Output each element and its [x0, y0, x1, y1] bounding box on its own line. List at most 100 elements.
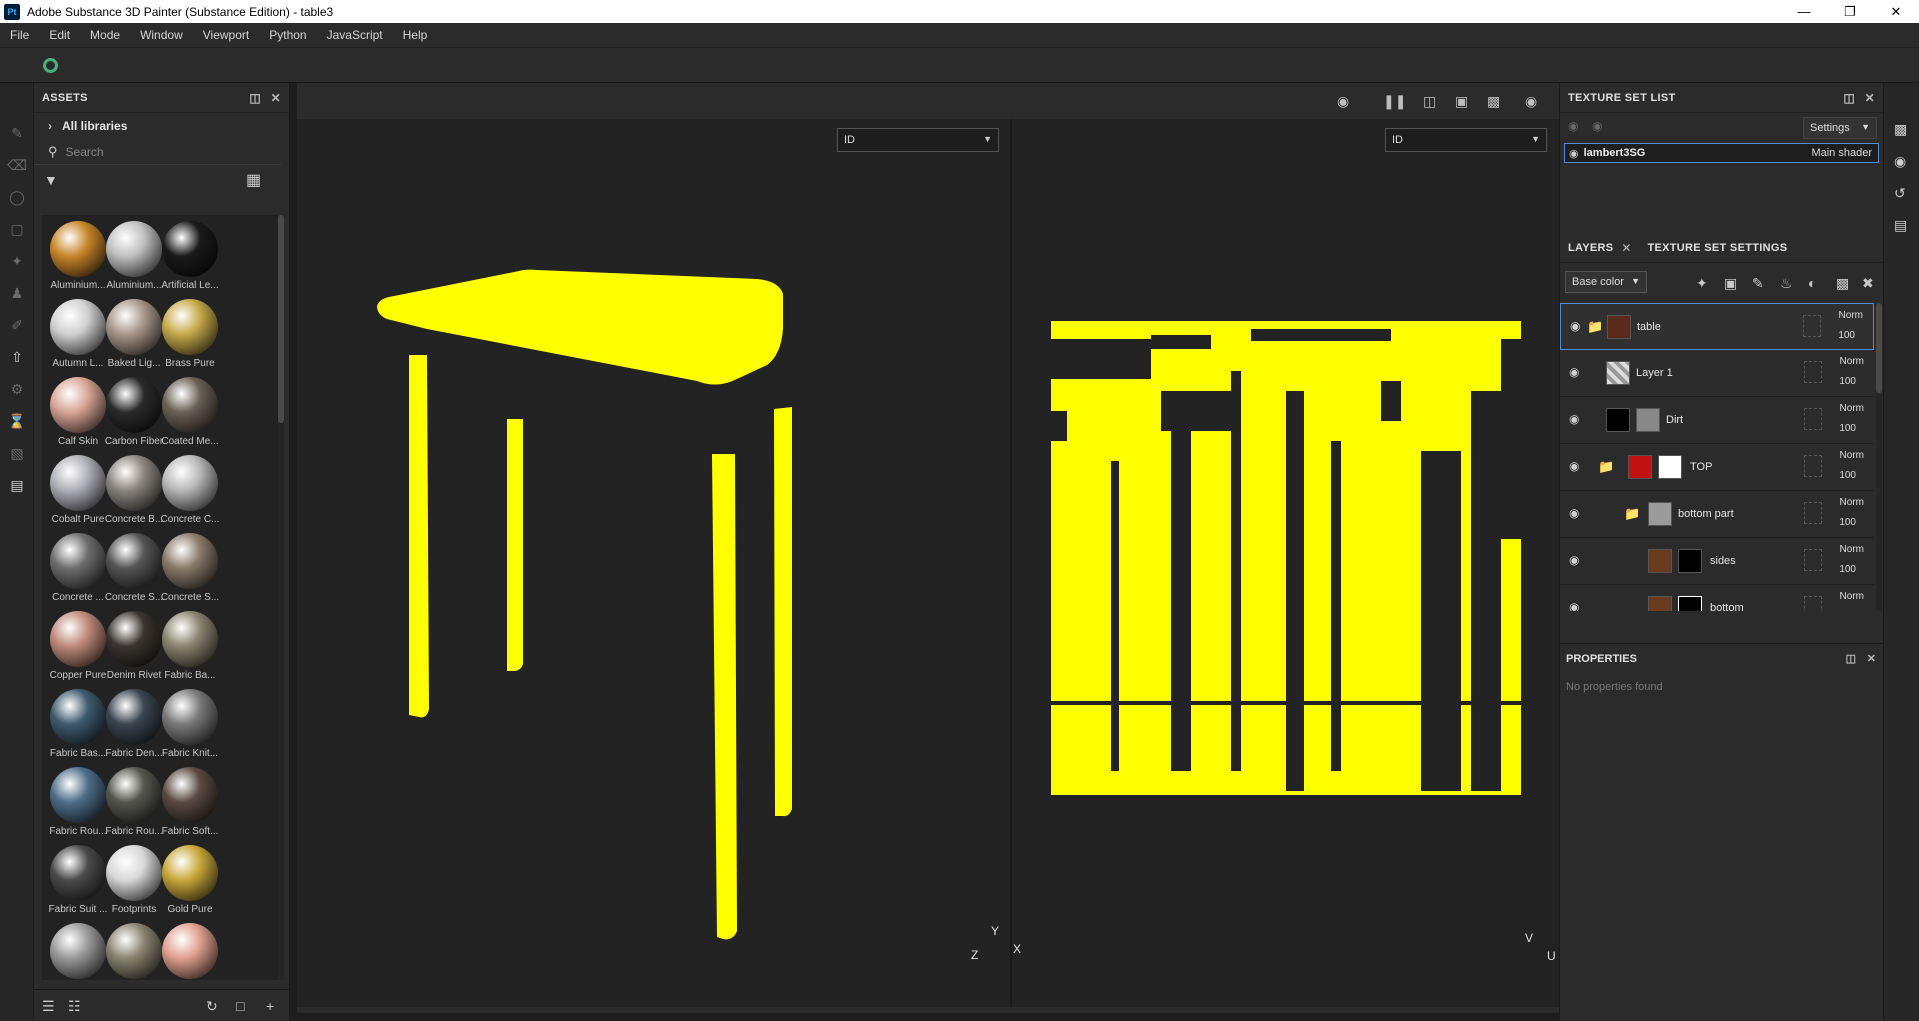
asset-item[interactable]: Gold Pure	[158, 845, 222, 915]
undock-icon[interactable]: ◫	[1846, 652, 1856, 665]
undock-icon[interactable]: ◫	[249, 91, 261, 105]
right-channel-select[interactable]: ID ▼	[1385, 128, 1547, 152]
filter-icon[interactable]: ▼	[44, 172, 58, 188]
asset-item[interactable]: Artificial Le...	[158, 221, 222, 291]
smudge-icon[interactable]: ✦	[7, 251, 27, 271]
geometry-mask-icon[interactable]: ▢	[7, 219, 27, 239]
measure-icon[interactable]: ⌛	[7, 411, 27, 431]
polygon-fill-icon[interactable]: ⇧	[7, 347, 27, 367]
split-view-icon[interactable]: ◫	[1423, 93, 1436, 110]
pause-icon[interactable]: ❚❚	[1383, 93, 1406, 110]
add-effect-icon[interactable]: ✦	[1696, 275, 1708, 292]
asset-item[interactable]: Brass Pure	[158, 299, 222, 369]
asset-item[interactable]: Fabric Rou...	[46, 767, 110, 837]
asset-item[interactable]: Concrete C...	[158, 455, 222, 525]
mask-slot[interactable]	[1804, 502, 1822, 524]
asset-item[interactable]: Denim Rivet	[102, 611, 166, 681]
layer-row-sides[interactable]: ◉ sides Norm 100	[1560, 538, 1874, 585]
eraser-icon[interactable]: ⌫	[7, 155, 27, 175]
mask-slot[interactable]	[1804, 596, 1822, 611]
texture-set-shader[interactable]: Main shader	[1811, 147, 1872, 159]
refresh-icon[interactable]: ↻	[206, 998, 218, 1015]
asset-item[interactable]: Baked Lig...	[102, 299, 166, 369]
opacity[interactable]: 100	[1838, 330, 1855, 341]
asset-item[interactable]	[158, 923, 222, 980]
add-fill-layer-icon[interactable]: ♨	[1780, 275, 1793, 292]
log-icon[interactable]: ▤	[1894, 217, 1907, 234]
crop-icon[interactable]: ▧	[7, 443, 27, 463]
menu-help[interactable]: Help	[393, 28, 438, 42]
blend-mode[interactable]: Norm	[1839, 310, 1863, 321]
mask-slot[interactable]	[1804, 361, 1822, 383]
asset-scrollbar[interactable]	[278, 215, 284, 980]
export-icon[interactable]: ▤	[7, 475, 27, 495]
blend-mode[interactable]: Norm	[1840, 403, 1864, 414]
screenshot-icon[interactable]: ◉	[1525, 93, 1537, 110]
asset-item[interactable]: Fabric Ba...	[158, 611, 222, 681]
opacity[interactable]: 100	[1839, 564, 1856, 575]
asset-item[interactable]: Aluminium...	[46, 221, 110, 291]
shader-settings-icon[interactable]: ◉	[1894, 153, 1906, 170]
projection-icon[interactable]: ◯	[7, 187, 27, 207]
menu-python[interactable]: Python	[259, 28, 316, 42]
asset-item[interactable]: Fabric Rou...	[102, 767, 166, 837]
asset-item[interactable]: Concrete ...	[46, 533, 110, 603]
layer-row-dirt[interactable]: ◉ Dirt Norm 100	[1560, 397, 1874, 444]
layers-scrollbar[interactable]	[1876, 303, 1882, 611]
add-icon[interactable]: +	[266, 998, 274, 1014]
mask-slot[interactable]	[1804, 455, 1822, 477]
mask-slot[interactable]	[1803, 315, 1821, 337]
asset-item[interactable]: Concrete S...	[158, 533, 222, 603]
minimize-icon[interactable]: —	[1781, 0, 1827, 23]
viewport-divider[interactable]	[1010, 119, 1012, 1011]
layer-row-top[interactable]: ◉ 📁 TOP Norm 100	[1560, 444, 1874, 491]
asset-item[interactable]: Concrete B...	[102, 455, 166, 525]
eye-icon[interactable]: ◉	[1569, 412, 1579, 426]
mask-slot[interactable]	[1804, 549, 1822, 571]
asset-item[interactable]: Coated Me...	[158, 377, 222, 447]
mask-slot[interactable]	[1804, 408, 1822, 430]
solo-icon[interactable]: ◉	[1568, 119, 1578, 133]
add-smart-material-icon[interactable]: ◐	[1808, 275, 1816, 291]
asset-item[interactable]: Concrete S...	[102, 533, 166, 603]
color-picker-icon[interactable]: ✐	[7, 315, 27, 335]
asset-item[interactable]: Fabric Den...	[102, 689, 166, 759]
settings-tool-icon[interactable]: ⚙	[7, 379, 27, 399]
visibility-all-icon[interactable]: ◉	[1592, 119, 1602, 133]
asset-item[interactable]: Fabric Bas...	[46, 689, 110, 759]
library-menu-icon[interactable]: ☷	[68, 998, 81, 1015]
display-settings-icon[interactable]: ▩	[1894, 121, 1907, 138]
layer-row-table[interactable]: ◉ 📁 table Norm 100	[1560, 303, 1874, 350]
add-paint-layer-icon[interactable]: ✎	[1752, 275, 1764, 292]
library-selector[interactable]: › All libraries	[34, 113, 289, 139]
eye-icon[interactable]: ◉	[1570, 319, 1580, 333]
layer-row-bottom[interactable]: ◉ bottom Norm 100	[1560, 585, 1874, 611]
blend-mode[interactable]: Norm	[1840, 356, 1864, 367]
close-panel-icon[interactable]: ✕	[1865, 91, 1875, 105]
asset-item[interactable]: Fabric Soft...	[158, 767, 222, 837]
asset-item[interactable]: Aluminium...	[102, 221, 166, 291]
blend-mode[interactable]: Norm	[1840, 591, 1864, 602]
layer-row-layer1[interactable]: ◉ Layer 1 Norm 100	[1560, 350, 1874, 397]
menu-javascript[interactable]: JavaScript	[317, 28, 393, 42]
eye-icon[interactable]: ◉	[1569, 365, 1579, 379]
new-window-icon[interactable]: □	[236, 998, 244, 1014]
eye-icon[interactable]: ◉	[1569, 600, 1579, 611]
layer-row-bottom-part[interactable]: ◉ 📁 bottom part Norm 100	[1560, 491, 1874, 538]
asset-item[interactable]: Fabric Knit...	[158, 689, 222, 759]
opacity[interactable]: 100	[1839, 470, 1856, 481]
viewport[interactable]: ◉ ❚❚ ◫ ▣ ▩ ◉ ID ▼ ID ▼ Y Z X V U	[297, 83, 1559, 1013]
asset-item[interactable]	[46, 923, 110, 980]
opacity[interactable]: 100	[1839, 376, 1856, 387]
list-view-icon[interactable]: ☰	[42, 998, 55, 1015]
menu-mode[interactable]: Mode	[80, 28, 130, 42]
sync-status-icon[interactable]	[43, 58, 58, 73]
settings-dropdown[interactable]: Settings ▼	[1803, 117, 1877, 139]
add-folder-icon[interactable]: ▩	[1836, 275, 1849, 292]
asset-item[interactable]: Cobalt Pure	[46, 455, 110, 525]
menu-window[interactable]: Window	[130, 28, 193, 42]
tab-layers[interactable]: LAYERS	[1560, 242, 1621, 254]
eye-icon[interactable]: ◉	[1569, 553, 1579, 567]
restore-icon[interactable]: ❐	[1827, 0, 1873, 23]
blend-mode[interactable]: Norm	[1840, 544, 1864, 555]
